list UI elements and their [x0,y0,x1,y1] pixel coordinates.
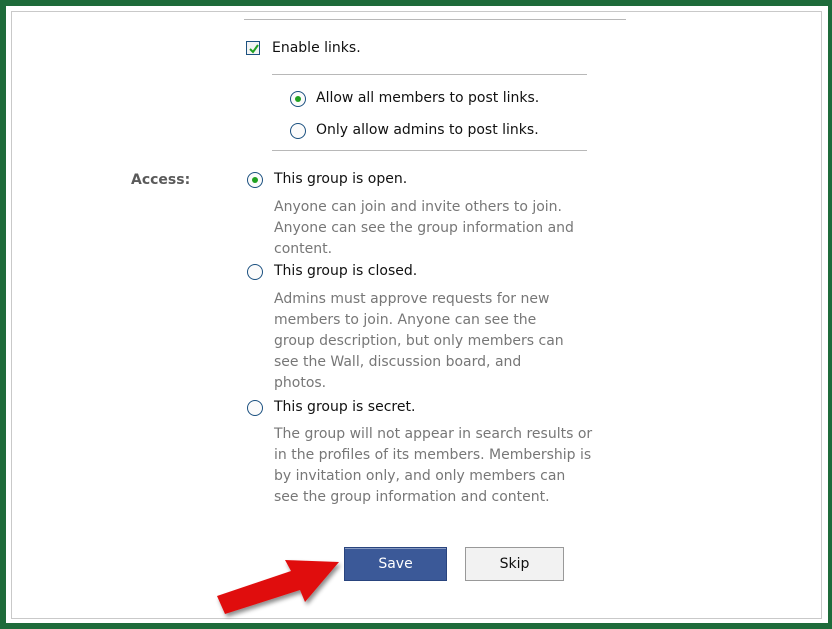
radio-group-closed[interactable] [247,264,263,280]
group-open-label: This group is open. [274,171,408,187]
allow-all-members-label: Allow all members to post links. [316,90,540,106]
skip-button[interactable]: Skip [465,547,564,581]
top-divider [244,19,626,20]
red-arrow-icon [217,560,339,614]
group-closed-description: Admins must approve requests for new mem… [274,291,564,391]
links-divider-top [272,74,587,75]
checkmark-icon [249,44,259,54]
radio-group-open[interactable] [247,172,263,188]
group-secret-description: The group will not appear in search resu… [274,426,593,505]
save-button[interactable]: Save [344,547,447,581]
radio-allow-all-members[interactable] [290,91,306,107]
enable-links-checkbox[interactable] [246,41,260,55]
group-closed-label: This group is closed. [274,263,418,279]
enable-links-label: Enable links. [272,40,361,56]
group-secret-label: This group is secret. [274,399,416,415]
radio-selected-dot [295,96,301,102]
links-divider-bottom [272,150,587,151]
group-open-description: Anyone can join and invite others to joi… [274,199,574,257]
radio-selected-dot [252,177,258,183]
radio-only-admins[interactable] [290,123,306,139]
radio-group-secret[interactable] [247,400,263,416]
access-label: Access: [131,172,191,188]
only-admins-label: Only allow admins to post links. [316,122,539,138]
